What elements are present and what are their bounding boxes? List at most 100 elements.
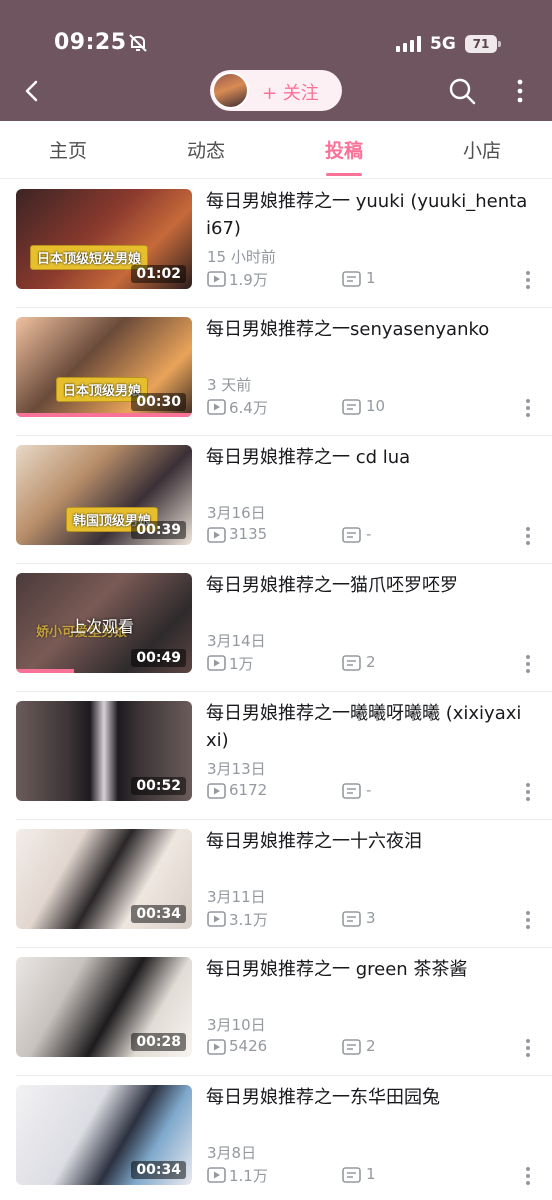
video-thumbnail[interactable]: 日本顶级男娘 00:30 (16, 317, 192, 417)
comment-count-value: 1 (366, 1165, 376, 1183)
comment-icon (342, 655, 361, 671)
video-duration: 01:02 (131, 265, 186, 283)
video-date: 15 小时前 (207, 248, 276, 266)
last-watched-label: 上次观看 (70, 617, 135, 636)
video-thumbnail[interactable]: 娇小可爱型男娘 上次观看 00:49 (16, 573, 192, 673)
comment-count-value: 3 (366, 909, 376, 927)
comment-icon (342, 527, 361, 543)
comment-count-value: - (366, 525, 372, 543)
bell-off-icon (129, 34, 147, 52)
play-count-icon (207, 399, 226, 415)
follow-label: + 关注 (262, 83, 319, 104)
comment-icon (342, 399, 361, 415)
comment-icon (342, 1167, 361, 1183)
comment-count-value: - (366, 781, 372, 799)
video-thumbnail[interactable]: 韩国顶级男娘 00:39 (16, 445, 192, 545)
list-item[interactable]: 00:34 每日男娘推荐之一十六夜泪 3月11日 3.1万 3 (0, 820, 552, 948)
list-item[interactable]: 00:52 每日男娘推荐之一曦曦呀曦曦 (xixiyaxixi) 3月13日 6… (0, 692, 552, 820)
comment-icon (342, 783, 361, 799)
more-vertical-icon[interactable] (520, 526, 536, 546)
video-title[interactable]: 每日男娘推荐之一 cd lua (206, 444, 530, 471)
active-tab-indicator (326, 173, 362, 176)
play-count-icon (207, 911, 226, 927)
video-date: 3月10日 (207, 1016, 266, 1034)
video-title[interactable]: 每日男娘推荐之一曦曦呀曦曦 (xixiyaxixi) (206, 700, 530, 754)
video-thumbnail[interactable]: 日本顶级短发男娘 01:02 (16, 189, 192, 289)
more-vertical-icon[interactable] (520, 782, 536, 802)
video-duration: 00:34 (131, 1161, 186, 1179)
tab-uploads[interactable]: 投稿 (304, 136, 384, 163)
play-count-value: 1.1万 (229, 1167, 268, 1185)
more-vertical-icon[interactable] (520, 1038, 536, 1058)
network-type: 5G (430, 34, 456, 54)
video-date: 3月16日 (207, 504, 266, 522)
video-title[interactable]: 每日男娘推荐之一senyasenyanko (206, 316, 530, 343)
list-item[interactable]: 韩国顶级男娘 00:39 每日男娘推荐之一 cd lua 3月16日 3135 … (0, 436, 552, 564)
play-count-value: 5426 (229, 1037, 268, 1055)
back-arrow-icon[interactable] (18, 76, 46, 106)
tab-bar: 主页 动态 投稿 小店 (0, 121, 552, 179)
comment-count-value: 2 (366, 1037, 376, 1055)
video-date: 3月14日 (207, 632, 266, 650)
list-item[interactable]: 00:28 每日男娘推荐之一 green 茶茶酱 3月10日 5426 2 (0, 948, 552, 1076)
play-count-value: 1万 (229, 655, 254, 673)
list-item[interactable]: 00:34 每日男娘推荐之一东华田园兔 3月8日 1.1万 1 (0, 1076, 552, 1200)
more-vertical-icon[interactable] (520, 270, 536, 290)
comment-icon (342, 271, 361, 287)
video-duration: 00:49 (131, 649, 186, 667)
more-vertical-icon[interactable] (520, 654, 536, 674)
play-count-value: 6172 (229, 781, 268, 799)
video-duration: 00:52 (131, 777, 186, 795)
status-time: 09:25 (54, 30, 127, 55)
comment-count-value: 2 (366, 653, 376, 671)
comment-count-value: 10 (366, 397, 386, 415)
list-item[interactable]: 娇小可爱型男娘 上次观看 00:49 每日男娘推荐之一猫爪呸罗呸罗 3月14日 … (0, 564, 552, 692)
more-vertical-icon[interactable] (520, 910, 536, 930)
play-count-icon (207, 783, 226, 799)
video-duration: 00:30 (131, 393, 186, 411)
video-title[interactable]: 每日男娘推荐之一 green 茶茶酱 (206, 956, 530, 983)
comment-icon (342, 1039, 361, 1055)
play-count-icon (207, 527, 226, 543)
tab-shop[interactable]: 小店 (442, 136, 522, 163)
battery-icon: 71 (465, 35, 501, 53)
play-count-icon (207, 1167, 226, 1183)
video-duration: 00:28 (131, 1033, 186, 1051)
video-date: 3 天前 (207, 376, 252, 394)
list-item[interactable]: 日本顶级短发男娘 01:02 每日男娘推荐之一 yuuki (yuuki_hen… (0, 180, 552, 308)
tab-dynamics[interactable]: 动态 (166, 136, 246, 163)
video-date: 3月8日 (207, 1144, 257, 1162)
video-date: 3月11日 (207, 888, 266, 906)
video-thumbnail[interactable]: 00:34 (16, 829, 192, 929)
search-icon[interactable] (448, 77, 476, 105)
signal-icon (396, 36, 421, 52)
video-duration: 00:39 (131, 521, 186, 539)
comment-icon (342, 911, 361, 927)
tab-home[interactable]: 主页 (28, 136, 108, 163)
video-thumbnail[interactable]: 00:28 (16, 957, 192, 1057)
more-vertical-icon[interactable] (520, 1166, 536, 1186)
video-title[interactable]: 每日男娘推荐之一 yuuki (yuuki_hentai67) (206, 188, 530, 242)
video-duration: 00:34 (131, 905, 186, 923)
follow-button[interactable]: + 关注 (210, 70, 342, 111)
comment-count-value: 1 (366, 269, 376, 287)
video-title[interactable]: 每日男娘推荐之一十六夜泪 (206, 828, 530, 855)
video-title[interactable]: 每日男娘推荐之一猫爪呸罗呸罗 (206, 572, 530, 599)
play-count-value: 1.9万 (229, 271, 268, 289)
avatar (212, 72, 249, 109)
video-thumbnail[interactable]: 00:34 (16, 1085, 192, 1185)
battery-level: 71 (465, 35, 497, 53)
video-thumbnail[interactable]: 00:52 (16, 701, 192, 801)
play-count-icon (207, 655, 226, 671)
more-vertical-icon[interactable] (520, 398, 536, 418)
top-bar: 09:25 5G 71 + 关注 (0, 0, 552, 121)
thumbnail-badge: 日本顶级短发男娘 (30, 245, 149, 270)
more-vertical-icon[interactable] (510, 78, 530, 104)
play-count-icon (207, 271, 226, 287)
play-count-value: 6.4万 (229, 399, 268, 417)
play-count-value: 3135 (229, 525, 268, 543)
video-title[interactable]: 每日男娘推荐之一东华田园兔 (206, 1084, 530, 1111)
watch-progress-bar (16, 669, 75, 673)
play-count-value: 3.1万 (229, 911, 268, 929)
list-item[interactable]: 日本顶级男娘 00:30 每日男娘推荐之一senyasenyanko 3 天前 … (0, 308, 552, 436)
